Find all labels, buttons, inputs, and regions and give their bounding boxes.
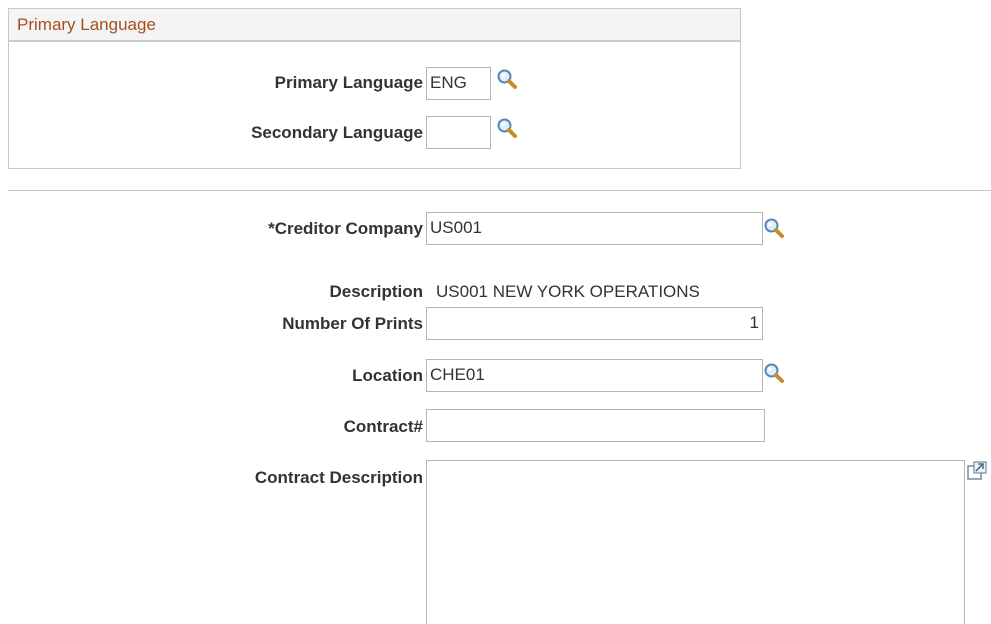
description-value: US001 NEW YORK OPERATIONS	[436, 282, 700, 301]
groupbox-title: Primary Language	[9, 9, 740, 42]
creditor-company-input[interactable]: US001	[426, 212, 763, 245]
contract-number-label: Contract#	[343, 417, 423, 436]
primary-language-lookup-icon[interactable]	[496, 68, 518, 90]
location-input[interactable]: CHE01	[426, 359, 763, 392]
number-of-prints-label: Number Of Prints	[282, 314, 423, 333]
contract-number-input[interactable]	[426, 409, 765, 442]
creditor-company-lookup-icon[interactable]	[763, 217, 785, 239]
secondary-language-input[interactable]	[426, 116, 491, 149]
primary-language-input[interactable]: ENG	[426, 67, 491, 100]
primary-language-label: Primary Language	[274, 73, 423, 92]
location-lookup-icon[interactable]	[763, 362, 785, 384]
page: Primary Language Primary Language ENG Se…	[0, 0, 991, 624]
secondary-language-lookup-icon[interactable]	[496, 117, 518, 139]
contract-description-textarea[interactable]	[426, 460, 965, 624]
section-divider	[8, 190, 991, 191]
description-label: Description	[329, 282, 423, 301]
number-of-prints-input[interactable]: 1	[426, 307, 763, 340]
expand-textarea-icon[interactable]	[966, 460, 988, 482]
contract-description-label: Contract Description	[254, 468, 423, 487]
creditor-company-label: *Creditor Company	[268, 219, 423, 238]
location-label: Location	[352, 366, 423, 385]
secondary-language-label: Secondary Language	[251, 123, 423, 142]
